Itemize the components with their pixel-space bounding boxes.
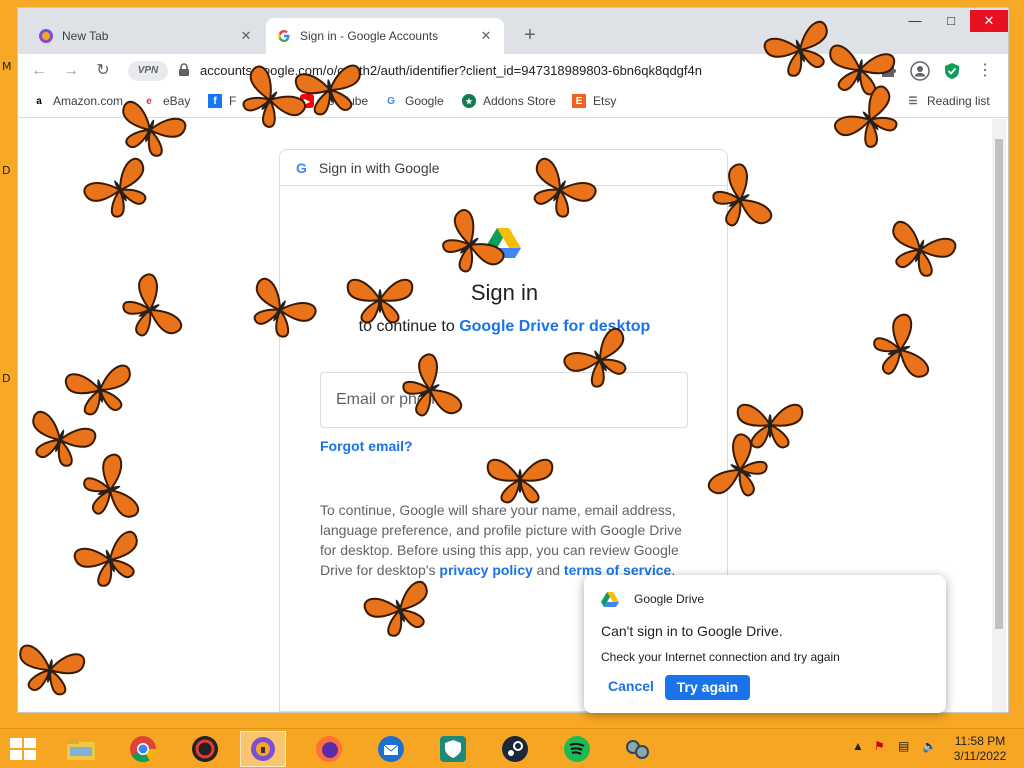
tab-title: New Tab [62, 29, 109, 43]
action-center-flag-icon[interactable]: ⚑ [874, 739, 885, 753]
facebook-icon: f [208, 94, 222, 108]
bookmark-label: eBay [163, 94, 191, 108]
maximize-button[interactable]: □ [934, 10, 968, 32]
privacy-policy-link[interactable]: privacy policy [439, 562, 532, 578]
google-g-icon [276, 28, 292, 44]
desktop-icon-label: M [2, 60, 12, 73]
chrome-icon[interactable] [120, 731, 166, 767]
bookmark-youtube[interactable]: ▶ YouTube [300, 94, 368, 108]
bookmark-label: YouTube [321, 94, 369, 108]
clock-date: 3/11/2022 [953, 749, 1007, 763]
scrollbar[interactable] [992, 119, 1006, 712]
signin-card-header: G Sign in with Google [280, 150, 727, 186]
signin-subtitle: to continue to Google Drive for desktop [280, 318, 729, 336]
show-hidden-icons-icon[interactable]: ▲ [852, 739, 864, 753]
steam-icon[interactable] [492, 731, 538, 767]
minimize-button[interactable]: — [898, 10, 932, 32]
tab-title: Sign in - Google Accounts [300, 29, 439, 43]
profile-avatar-icon[interactable] [910, 61, 930, 81]
email-field[interactable]: Email or phone [320, 372, 688, 428]
dialog-message: Check your Internet connection and try a… [601, 650, 840, 664]
clock-time: 11:58 PM [954, 734, 1006, 748]
new-tab-button[interactable]: + [518, 24, 542, 48]
bookmark-label: F [229, 94, 237, 108]
privacy-browser-icon[interactable] [240, 731, 286, 767]
back-arrow-icon[interactable]: ← [28, 60, 50, 82]
more-menu-icon[interactable]: ⋮ [974, 60, 996, 82]
youtube-icon: ▶ [300, 94, 314, 108]
network-status-icon[interactable]: ▤ [898, 739, 909, 753]
consent-disclaimer: To continue, Google will share your name… [320, 500, 690, 580]
shield-check-icon[interactable] [942, 61, 962, 81]
etsy-icon: E [572, 94, 586, 108]
bookmark-google[interactable]: G Google [384, 94, 444, 108]
browser-logo-icon [38, 28, 54, 44]
google-drive-logo-icon [601, 592, 619, 607]
lock-icon[interactable] [178, 63, 190, 77]
tab-new-tab[interactable]: New Tab ✕ [28, 18, 264, 54]
dialog-title: Can't sign in to Google Drive. [601, 623, 783, 639]
scrollbar-thumb[interactable] [995, 139, 1003, 629]
ebay-icon: e [146, 95, 152, 107]
reading-list-icon: ☰ [908, 95, 918, 107]
bookmark-label: Google [405, 94, 444, 108]
reload-icon[interactable]: ↻ [92, 60, 114, 82]
desktop-icon-label: D [2, 372, 11, 385]
amazon-icon: a [36, 95, 42, 107]
system-clock[interactable]: 11:58 PM 3/11/2022 [944, 734, 1016, 764]
address-bar[interactable]: accounts.google.com/o/oauth2/auth/identi… [200, 63, 760, 78]
bookmark-label: Addons Store [483, 94, 556, 108]
google-drive-logo-icon [485, 228, 521, 258]
try-again-button[interactable]: Try again [665, 675, 750, 700]
cancel-button[interactable]: Cancel [608, 678, 654, 694]
bookmark-etsy[interactable]: E Etsy [572, 94, 616, 108]
extensions-puzzle-icon[interactable] [878, 61, 898, 81]
disclaimer-conjunction: and [536, 562, 561, 578]
bookmark-amazon[interactable]: a Amazon.com [32, 94, 123, 108]
bookmark-addons-store[interactable]: ★ Addons Store [462, 94, 556, 108]
network-app-icon[interactable] [614, 731, 660, 767]
reading-list-label: Reading list [927, 94, 990, 108]
thunderbird-icon[interactable] [368, 731, 414, 767]
tab-close-icon[interactable]: ✕ [238, 28, 254, 44]
google-g-icon: G [296, 159, 307, 176]
firefox-icon[interactable] [306, 731, 352, 767]
addons-store-icon: ★ [462, 94, 476, 108]
bookmarks-bar: a Amazon.com e eBay f F ▶ YouTube G Goog… [18, 88, 1008, 118]
forgot-email-link[interactable]: Forgot email? [320, 438, 413, 454]
bookmark-facebook[interactable]: f F [208, 94, 236, 108]
gaming-app-icon[interactable] [182, 731, 228, 767]
signin-header-text: Sign in with Google [318, 159, 440, 176]
volume-muted-icon[interactable]: 🔈 [922, 739, 937, 753]
close-window-button[interactable]: ✕ [970, 10, 1008, 32]
forward-arrow-icon[interactable]: → [60, 60, 82, 82]
windows-start-icon[interactable] [10, 738, 36, 760]
app-name-link[interactable]: Google Drive for desktop [459, 318, 650, 335]
tab-bar: New Tab ✕ Sign in - Google Accounts ✕ + … [18, 8, 1008, 54]
desktop-icon-label: D [2, 164, 11, 177]
subtitle-prefix: to continue to [358, 318, 455, 335]
tab-close-icon[interactable]: ✕ [478, 28, 494, 44]
tab-sign-in[interactable]: Sign in - Google Accounts ✕ [266, 18, 504, 54]
reading-list-button[interactable]: ☰ Reading list [906, 94, 990, 108]
vpn-shield-icon[interactable] [430, 731, 476, 767]
bookmark-label: Amazon.com [53, 94, 124, 108]
browser-toolbar: ← → ↻ VPN accounts.google.com/o/oauth2/a… [18, 54, 1008, 88]
page-title: Sign in [470, 280, 539, 305]
google-g-icon: G [387, 95, 395, 107]
file-explorer-icon[interactable] [58, 731, 104, 767]
taskbar: ▲ ⚑ ▤ 🔈 11:58 PM 3/11/2022 [0, 728, 1024, 768]
vpn-badge[interactable]: VPN [128, 61, 168, 81]
bookmark-label: Etsy [593, 94, 617, 108]
error-dialog: Google Drive Can't sign in to Google Dri… [584, 575, 946, 713]
spotify-icon[interactable] [554, 731, 600, 767]
bookmark-ebay[interactable]: e eBay [142, 94, 190, 108]
dialog-app-name: Google Drive [634, 592, 705, 606]
